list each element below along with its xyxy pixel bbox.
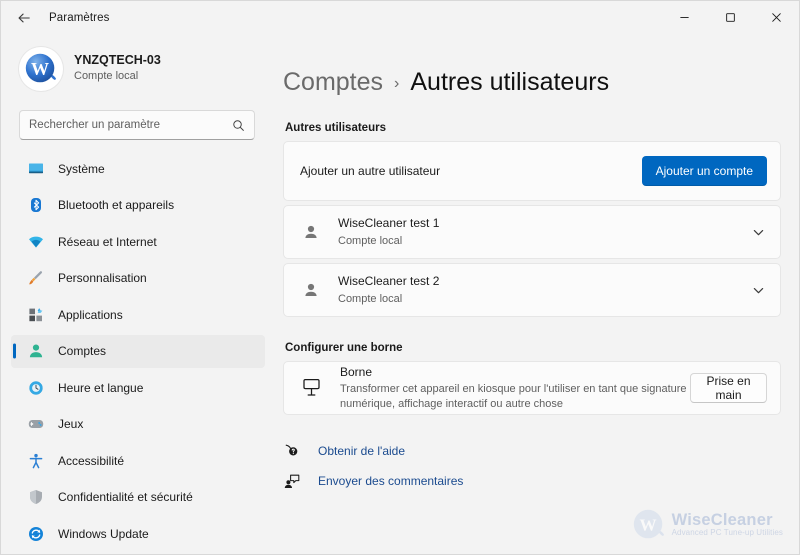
sidebar-item-windows-update[interactable]: Windows Update bbox=[11, 517, 265, 550]
sidebar-item-label: Confidentialité et sécurité bbox=[58, 490, 193, 504]
title-bar: Paramètres bbox=[1, 1, 799, 34]
app-title: Paramètres bbox=[49, 11, 110, 24]
window-caption-buttons bbox=[661, 1, 799, 34]
feedback-icon bbox=[283, 473, 300, 490]
sidebar-item-heure-et-langue[interactable]: Heure et langue bbox=[11, 371, 265, 404]
profile-text: YNZQTECH-03 Compte local bbox=[74, 53, 161, 83]
sidebar-item-bluetooth-et-appareils[interactable]: Bluetooth et appareils bbox=[11, 189, 265, 222]
search-box[interactable] bbox=[19, 110, 255, 140]
sidebar: W YNZQTECH-03 Compte local Rechercher un… bbox=[1, 34, 269, 554]
help-icon bbox=[283, 443, 300, 460]
paintbrush-icon bbox=[27, 270, 44, 287]
watermark-title: WiseCleaner bbox=[671, 511, 773, 530]
wisecleaner-watermark: W WiseCleaner Advanced PC Tune-up Utilit… bbox=[630, 506, 783, 544]
sidebar-item-confidentialite-et-securite[interactable]: Confidentialité et sécurité bbox=[11, 481, 265, 514]
sidebar-item-applications[interactable]: Applications bbox=[11, 298, 265, 331]
shield-icon bbox=[27, 489, 44, 506]
kiosk-card: Borne Transformer cet appareil en kiosqu… bbox=[283, 361, 781, 415]
send-feedback-link[interactable]: Envoyer des commentaires bbox=[283, 467, 781, 495]
sidebar-nav: Système Bluetooth et appareils Réseau et… bbox=[5, 152, 269, 554]
accessibility-icon bbox=[27, 452, 44, 469]
user-profile[interactable]: W YNZQTECH-03 Compte local bbox=[5, 34, 269, 94]
settings-window: Paramètres W YNZQTECH-03 Compte local Re… bbox=[0, 0, 800, 555]
sidebar-item-label: Personnalisation bbox=[58, 271, 147, 285]
person-icon bbox=[300, 221, 322, 243]
section-title-other-users: Autres utilisateurs bbox=[285, 122, 386, 134]
avatar-letter: W bbox=[31, 59, 49, 79]
add-account-button[interactable]: Ajouter un compte bbox=[641, 156, 767, 186]
window-body: W YNZQTECH-03 Compte local Rechercher un… bbox=[1, 34, 799, 554]
user-name: WiseCleaner test 2 bbox=[338, 274, 440, 289]
add-user-card: Ajouter un autre utilisateur Ajouter un … bbox=[283, 141, 781, 201]
kiosk-title: Borne bbox=[340, 365, 373, 380]
minimize-button[interactable] bbox=[661, 1, 707, 34]
sidebar-item-label: Windows Update bbox=[58, 526, 149, 541]
add-user-label: Ajouter un autre utilisateur bbox=[300, 164, 441, 178]
kiosk-get-started-button[interactable]: Prise en main bbox=[690, 373, 767, 403]
search-input[interactable] bbox=[29, 119, 232, 131]
profile-account-type: Compte local bbox=[74, 69, 139, 82]
section-title-kiosk: Configurer une borne bbox=[285, 342, 403, 354]
sidebar-item-label: Heure et langue bbox=[58, 380, 144, 395]
user-text: WiseCleaner test 2 Compte local bbox=[338, 274, 439, 306]
avatar: W bbox=[19, 46, 63, 91]
wisecleaner-logo-icon: W bbox=[633, 509, 664, 539]
sidebar-item-label: Accessibilité bbox=[58, 453, 125, 468]
main-content: Comptes › Autres utilisateurs Autres uti… bbox=[269, 34, 799, 554]
page-title: Autres utilisateurs bbox=[410, 68, 610, 96]
bluetooth-icon bbox=[27, 197, 44, 214]
breadcrumb: Comptes › Autres utilisateurs bbox=[283, 34, 781, 97]
user-account-type: Compte local bbox=[338, 234, 403, 247]
clock-globe-icon bbox=[27, 379, 44, 396]
sidebar-item-reseau-et-internet[interactable]: Réseau et Internet bbox=[11, 225, 265, 258]
maximize-button[interactable] bbox=[707, 1, 753, 34]
sidebar-item-label: Jeux bbox=[58, 417, 84, 431]
maximize-icon bbox=[725, 13, 735, 22]
sidebar-item-comptes[interactable]: Comptes bbox=[11, 334, 265, 368]
back-arrow-icon bbox=[18, 13, 30, 22]
get-help-label: Obtenir de l'aide bbox=[318, 444, 406, 458]
sidebar-item-personnalisation[interactable]: Personnalisation bbox=[11, 262, 265, 295]
watermark-text: WiseCleaner Advanced PC Tune-up Utilitie… bbox=[671, 511, 783, 538]
update-icon bbox=[27, 525, 44, 542]
person-icon bbox=[27, 343, 44, 360]
user-name: WiseCleaner test 1 bbox=[338, 216, 440, 231]
sidebar-item-label: Bluetooth et appareils bbox=[58, 198, 175, 212]
footer-links: Obtenir de l'aide Envoyer des commentair… bbox=[283, 437, 781, 495]
wifi-icon bbox=[27, 233, 44, 250]
kiosk-display-icon bbox=[300, 376, 324, 400]
get-help-link[interactable]: Obtenir de l'aide bbox=[283, 437, 781, 465]
breadcrumb-separator-icon: › bbox=[394, 75, 400, 92]
profile-name: YNZQTECH-03 bbox=[74, 53, 161, 68]
user-row[interactable]: WiseCleaner test 2 Compte local bbox=[283, 263, 781, 317]
minimize-icon bbox=[679, 17, 689, 18]
person-icon bbox=[300, 279, 322, 301]
close-button[interactable] bbox=[753, 1, 799, 34]
sidebar-item-jeux[interactable]: Jeux bbox=[11, 408, 265, 441]
gamepad-icon bbox=[27, 416, 44, 433]
user-row[interactable]: WiseCleaner test 1 Compte local bbox=[283, 205, 781, 259]
sidebar-item-label: Comptes bbox=[58, 344, 107, 358]
kiosk-text: Borne Transformer cet appareil en kiosqu… bbox=[340, 364, 690, 412]
watermark-subtitle: Advanced PC Tune-up Utilities bbox=[671, 528, 783, 538]
user-account-type: Compte local bbox=[338, 292, 403, 305]
monitor-icon bbox=[27, 160, 44, 177]
send-feedback-label: Envoyer des commentaires bbox=[318, 474, 464, 488]
apps-icon bbox=[27, 306, 44, 323]
user-text: WiseCleaner test 1 Compte local bbox=[338, 216, 439, 248]
sidebar-item-systeme[interactable]: Système bbox=[11, 152, 265, 185]
kiosk-description: Transformer cet appareil en kiosque pour… bbox=[340, 383, 687, 411]
back-button[interactable] bbox=[7, 3, 41, 33]
sidebar-item-label: Réseau et Internet bbox=[58, 234, 157, 249]
sidebar-item-label: Système bbox=[58, 161, 105, 176]
sidebar-item-accessibilite[interactable]: Accessibilité bbox=[11, 444, 265, 477]
wisecleaner-logo-icon: W bbox=[25, 53, 56, 82]
search-icon bbox=[233, 119, 244, 131]
watermark-logo-letter: W bbox=[639, 516, 656, 535]
breadcrumb-parent[interactable]: Comptes bbox=[283, 68, 383, 97]
chevron-down-icon[interactable] bbox=[749, 281, 767, 299]
chevron-down-icon[interactable] bbox=[749, 223, 767, 241]
close-icon bbox=[771, 13, 781, 22]
sidebar-item-label: Applications bbox=[58, 307, 123, 322]
